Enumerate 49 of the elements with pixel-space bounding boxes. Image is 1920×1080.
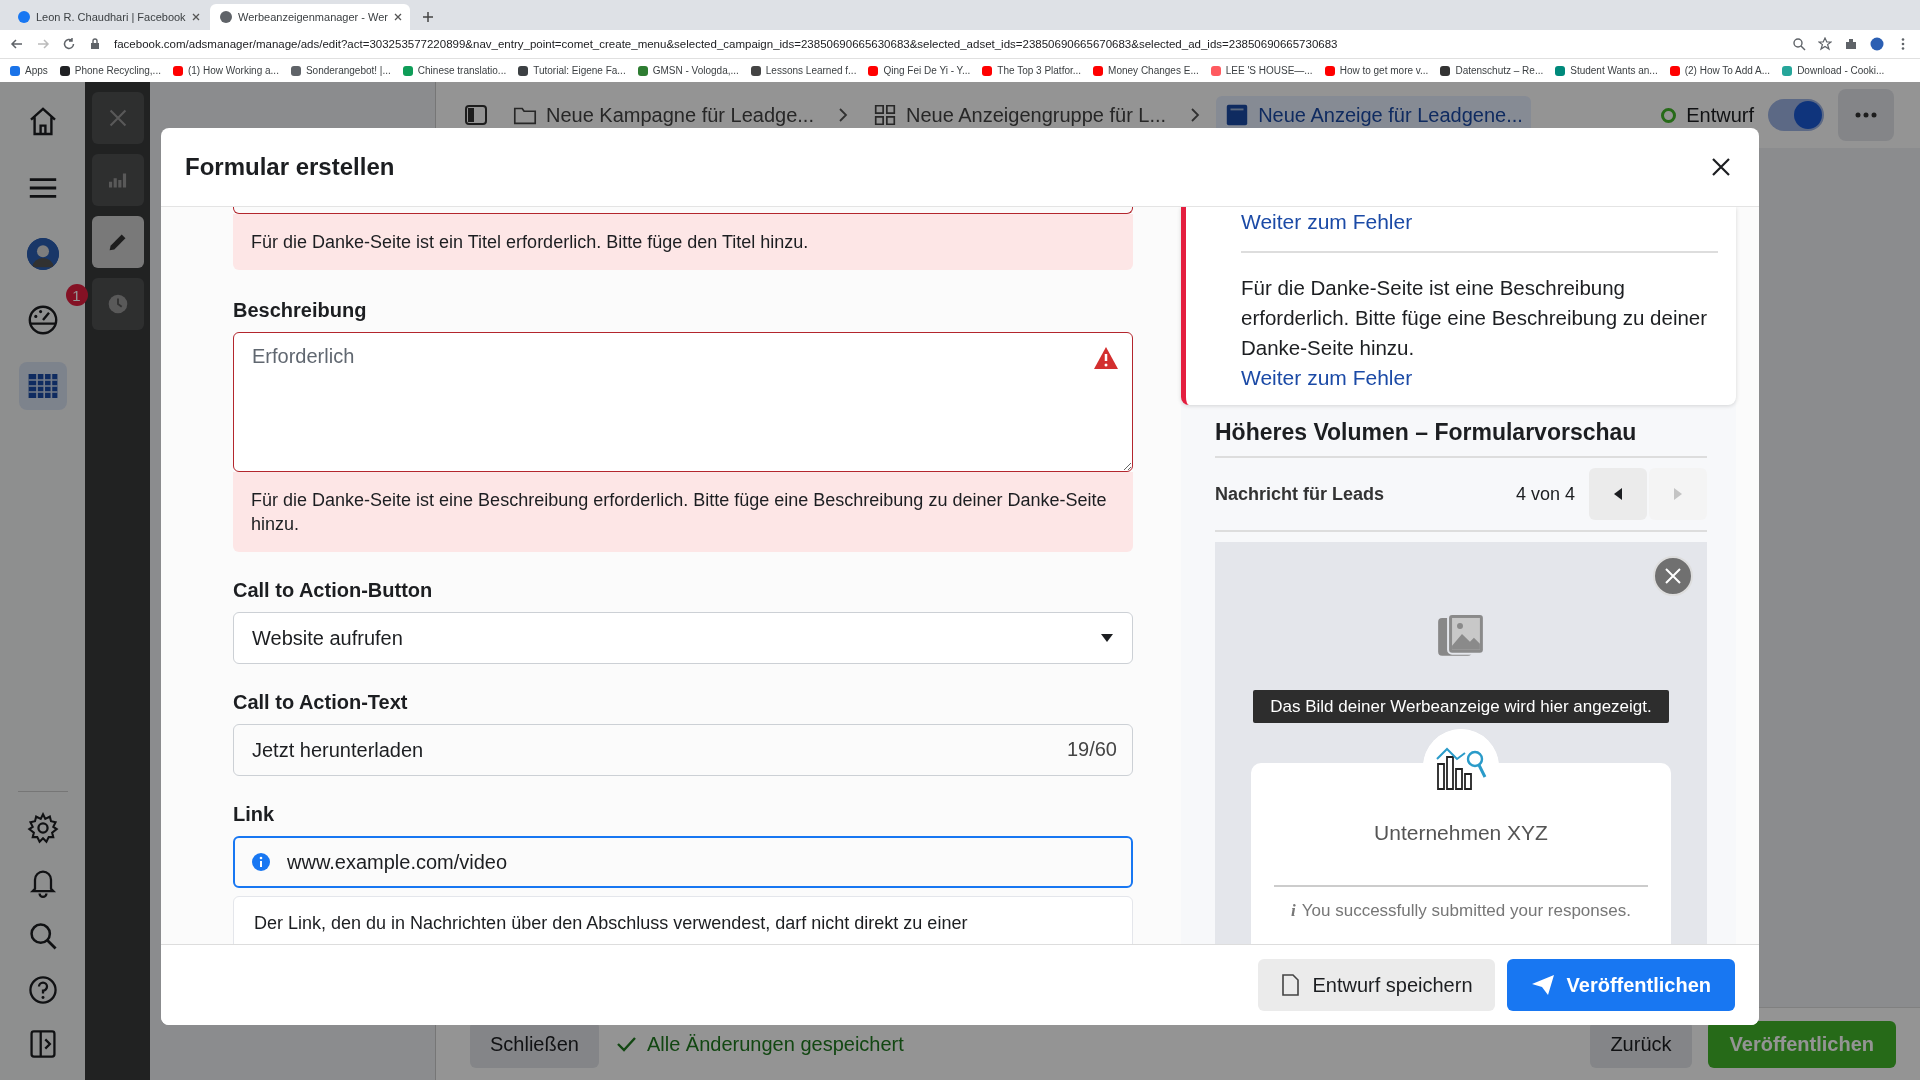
error-link[interactable]: Weiter zum Fehler — [1241, 363, 1413, 393]
step-label: Nachricht für Leads — [1215, 483, 1385, 505]
preview-title: Höheres Volumen – Formularvorschau — [1215, 405, 1707, 458]
dialog-title: Formular erstellen — [185, 153, 395, 181]
error-text: Für die Danke-Seite ist eine Beschreibung erforderlich. Bitte füge eine Beschreibung zu deiner Danke-Seite hinzu. — [1241, 275, 1709, 361]
success-message: You successfully submitted your responses. — [1301, 900, 1631, 921]
bookmark[interactable]: Download - Cooki... — [1797, 65, 1885, 76]
info-icon: i — [1291, 900, 1296, 921]
description-field[interactable]: Erforderlich — [233, 332, 1133, 472]
field-label: Beschreibung — [233, 298, 368, 322]
dropdown[interactable]: Website aufrufen — [233, 612, 1133, 664]
bookmark[interactable]: Phone Recycling,... — [74, 65, 161, 76]
bookmark[interactable]: How to get more v... — [1339, 65, 1429, 76]
bookmark[interactable]: (1) How Working a... — [187, 65, 279, 76]
bookmark[interactable]: Chinese translatio... — [417, 65, 507, 76]
bookmark[interactable]: Apps — [25, 65, 48, 76]
bookmark[interactable]: GMSN - Vologda,... — [652, 65, 739, 76]
bookmark[interactable]: Lessons Learned f... — [765, 65, 857, 76]
save-draft-button[interactable]: Entwurf speichern — [1258, 959, 1495, 1011]
publish-button[interactable]: Veröffentlichen — [1506, 959, 1735, 1011]
field-label: Call to Action-Text — [233, 690, 409, 714]
link-note: Der Link, den du in Nachrichten über den Abschluss verwendest, darf nicht direkt zu einer — [254, 913, 968, 933]
address-bar[interactable]: facebook.com/adsmanager/manage/ads/edit?act=303253577220899&nav_entry_point=comet_create_menu&selected_campaign_ids=23850690665630683&selected_adset_ids=23850690665670683&selected_ad_ids=23850690665730683 — [114, 38, 1780, 50]
notification-badge: 1 — [65, 284, 88, 306]
saved-status: Alle Änderungen gespeichert — [646, 1032, 904, 1056]
error-message: Für die Danke-Seite ist ein Titel erforderlich. Bitte füge den Titel hinzu. — [233, 214, 1133, 270]
bookmark[interactable]: Qing Fei De Yi - Y... — [883, 65, 971, 76]
status-label: Entwurf — [1686, 103, 1754, 127]
error-message: Für die Danke-Seite ist eine Beschreibung erforderlich. Bitte füge eine Beschreibung zu deiner Danke-Seite hinzu. — [233, 472, 1133, 552]
bookmark[interactable]: Sonderangebot! |... — [305, 65, 391, 76]
character-counter: 19/60 — [1066, 738, 1117, 761]
bookmark[interactable]: Tutorial: Eigene Fa... — [533, 65, 626, 76]
field-label: Call to Action-Button — [233, 578, 434, 602]
bookmark[interactable]: (2) How To Add A... — [1684, 65, 1771, 76]
image-hint: Das Bild deiner Werbeanzeige wird hier angezeigt. — [1253, 689, 1669, 723]
browser-tab[interactable]: Leon R. Chaudhari | Facebook — [8, 4, 208, 30]
link-field[interactable]: www.example.com/video — [233, 836, 1133, 888]
bookmark[interactable]: Datenschutz – Re... — [1455, 65, 1544, 76]
page-counter: 4 von 4 — [1515, 483, 1575, 505]
company-name: Unternehmen XYZ — [1374, 820, 1548, 845]
field-label: Link — [233, 802, 276, 826]
breadcrumb-item[interactable]: Neue Anzeigengruppe für L... — [863, 96, 1175, 134]
browser-tab[interactable]: Werbeanzeigenmanager - Wer — [210, 4, 410, 30]
bookmark[interactable]: LEE 'S HOUSE—... — [1225, 65, 1313, 76]
bookmark[interactable]: The Top 3 Platfor... — [997, 65, 1082, 76]
bookmark[interactable]: Student Wants an... — [1570, 65, 1658, 76]
bookmark[interactable]: Money Changes E... — [1108, 65, 1199, 76]
breadcrumb-item[interactable]: Neue Kampagne für Leadge... — [504, 96, 822, 134]
error-link[interactable]: Weiter zum Fehler — [1241, 207, 1413, 237]
